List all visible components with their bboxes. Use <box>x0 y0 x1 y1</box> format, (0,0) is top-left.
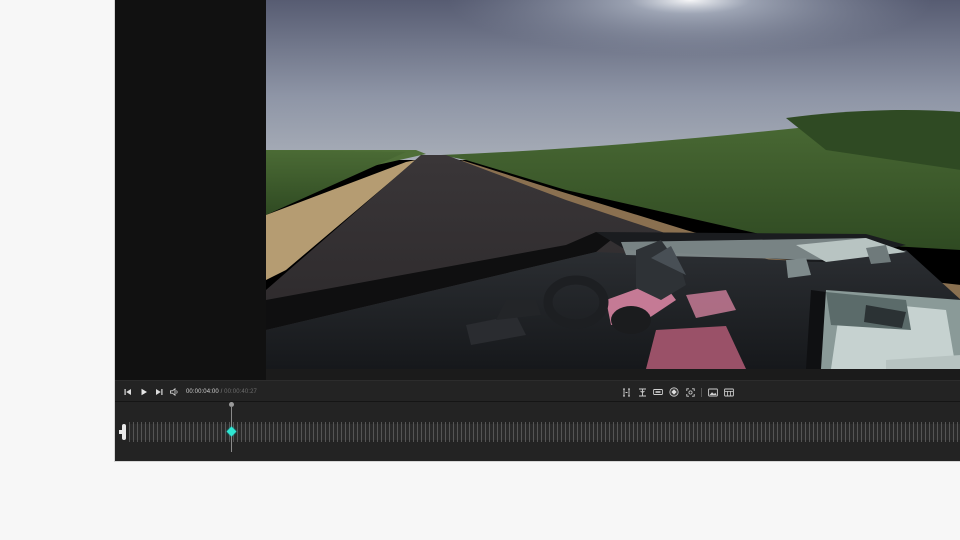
video-frame <box>266 0 960 369</box>
skip-back-icon[interactable] <box>122 386 134 398</box>
toolbar-divider <box>701 388 702 397</box>
video-editor-window: 00:00:04:00 / 00:00:40:27 <box>114 0 960 462</box>
time-separator: / <box>220 389 223 395</box>
total-duration: 00:00:40:27 <box>224 389 257 395</box>
skip-forward-icon[interactable] <box>153 386 165 398</box>
timeline-track[interactable] <box>129 422 960 442</box>
trim-in-icon[interactable] <box>620 386 632 398</box>
current-time: 00:00:04:00 <box>186 389 219 395</box>
keyframe-icon[interactable] <box>668 386 680 398</box>
export-frame-icon[interactable] <box>723 386 735 398</box>
timecode-display: 00:00:04:00 / 00:00:40:27 <box>186 388 257 396</box>
trim-start-handle[interactable] <box>122 424 126 440</box>
video-preview[interactable] <box>266 0 960 369</box>
viewer-bottom-spacer <box>266 369 960 380</box>
aspect-ratio-icon[interactable] <box>652 386 664 398</box>
trim-out-icon[interactable] <box>636 386 648 398</box>
play-icon[interactable] <box>138 386 150 398</box>
reframe-icon[interactable] <box>684 386 696 398</box>
media-side-panel <box>115 0 266 380</box>
volume-icon[interactable] <box>169 386 181 398</box>
timeline-scrubber[interactable] <box>115 402 960 461</box>
playback-controls-bar: 00:00:04:00 / 00:00:40:27 <box>115 380 960 402</box>
snapshot-icon[interactable] <box>707 386 719 398</box>
